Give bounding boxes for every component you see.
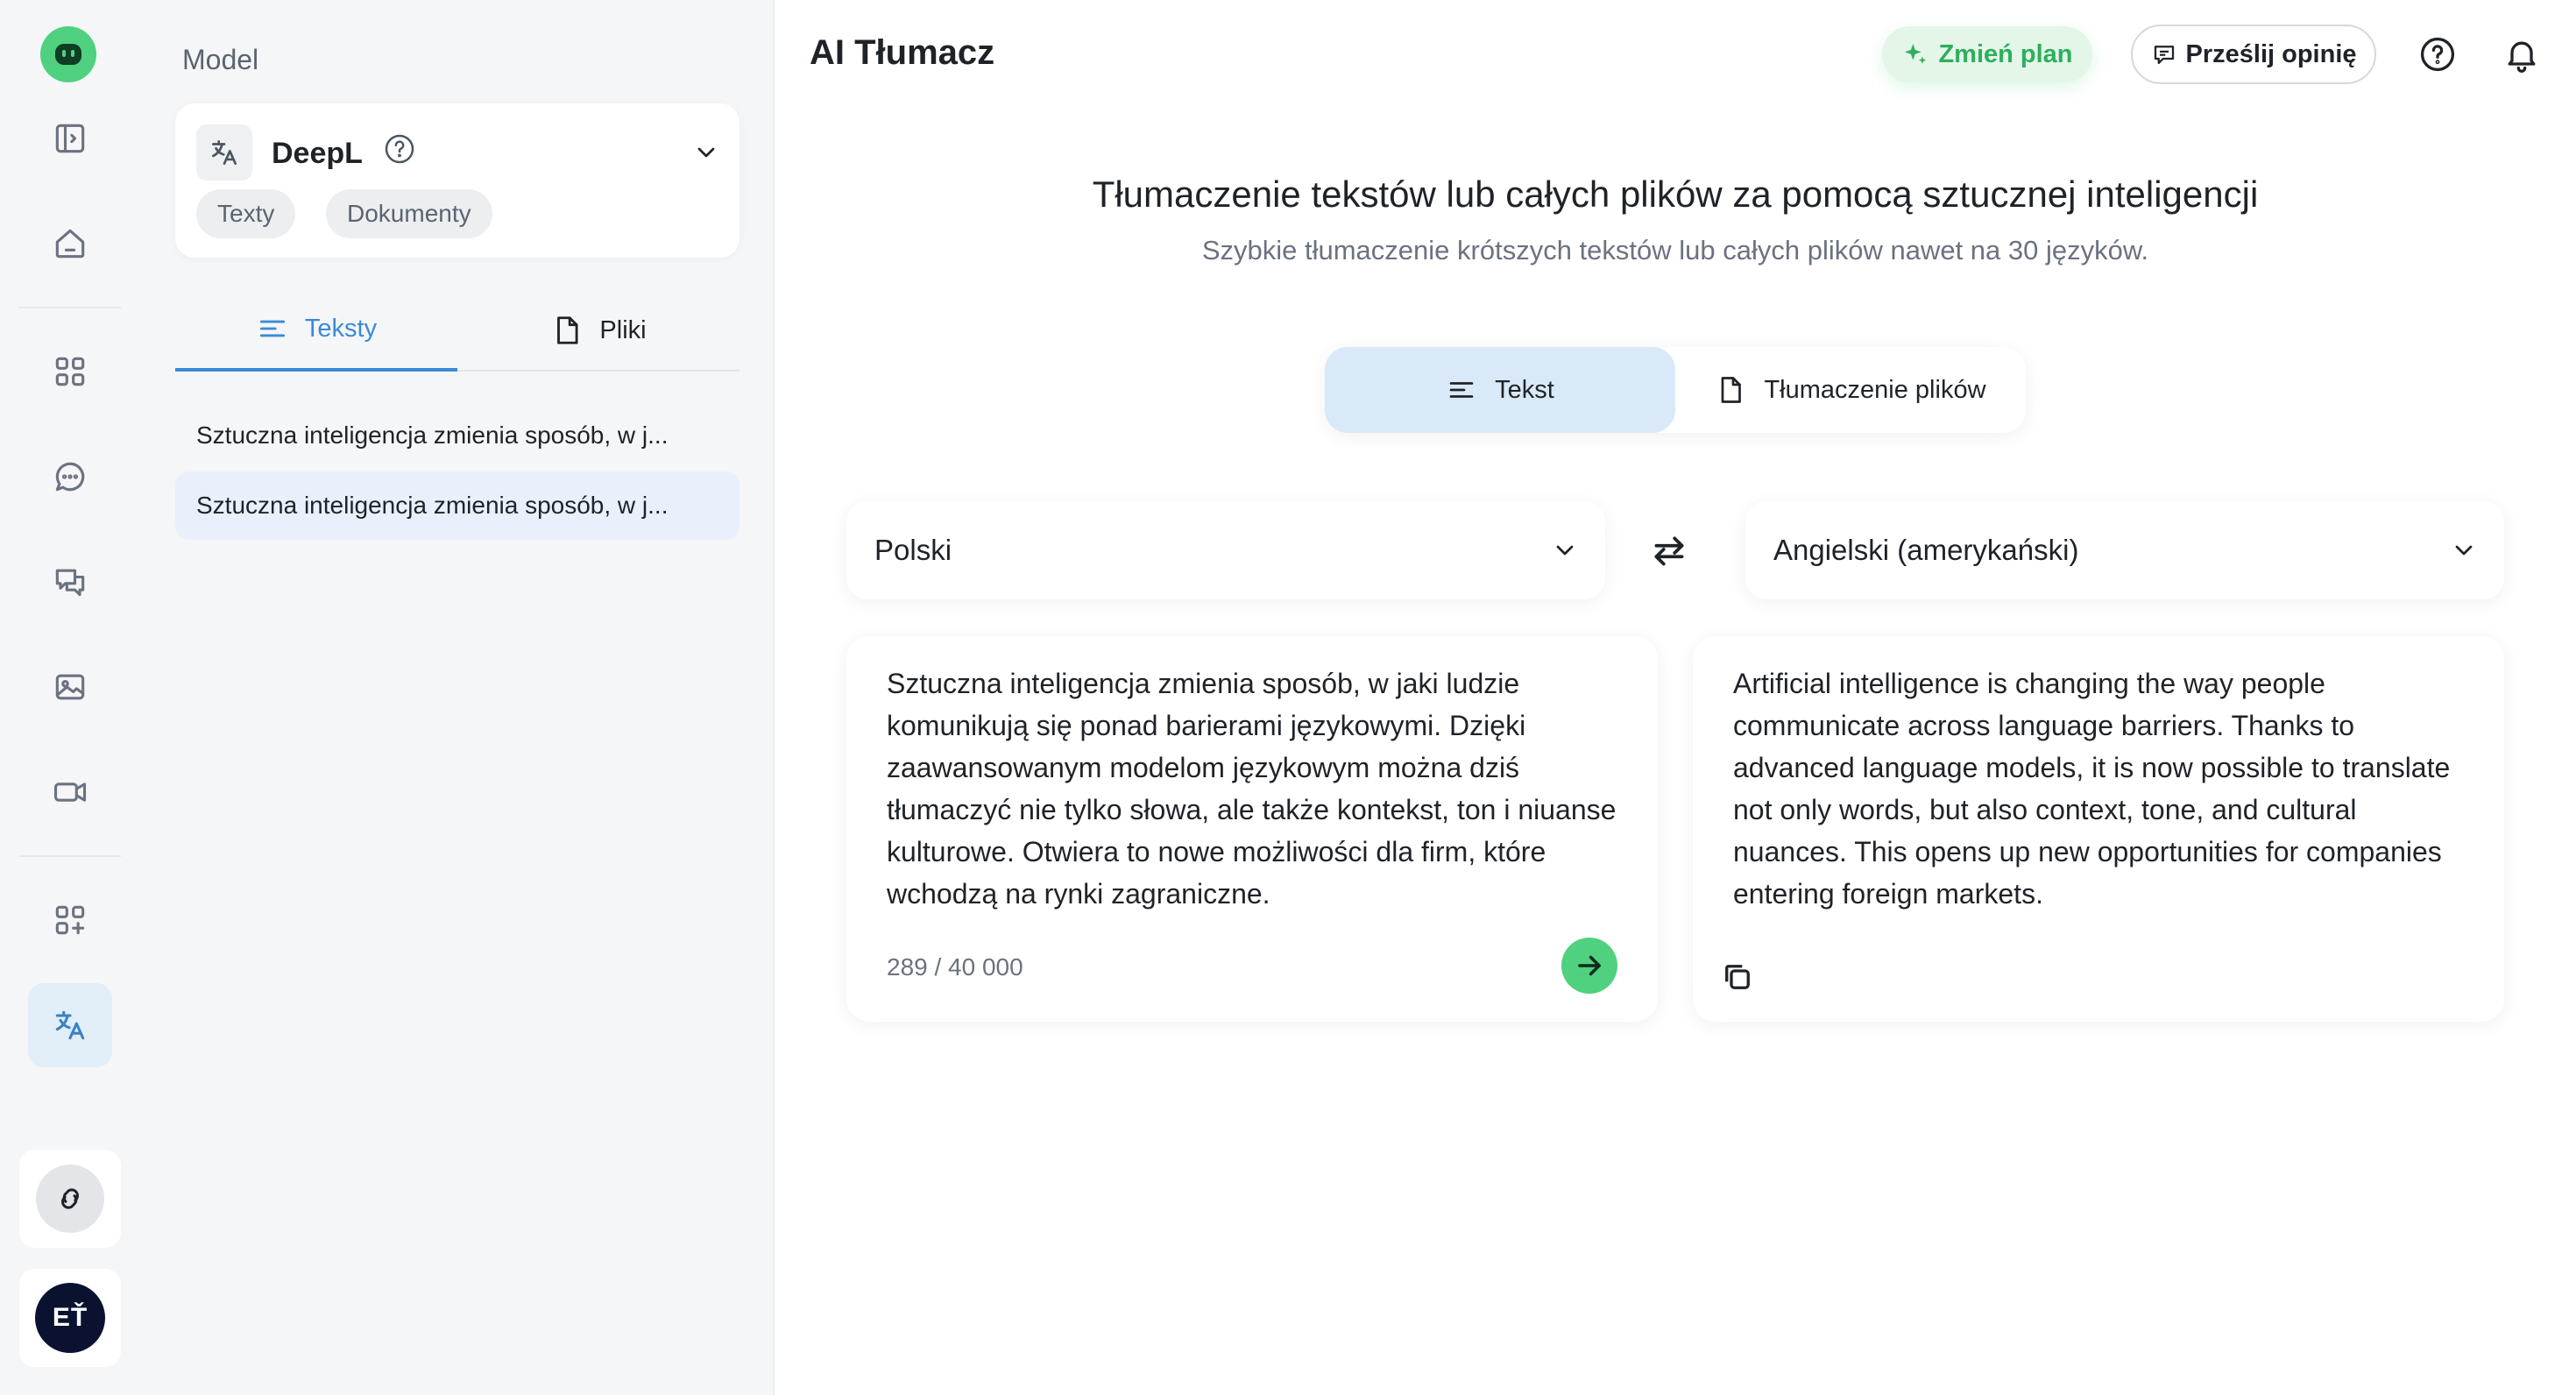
integrations-card[interactable] [19, 1150, 121, 1248]
home-icon[interactable] [28, 202, 112, 286]
rail-divider [19, 307, 121, 308]
tab-files-label: Pliki [599, 315, 647, 344]
translated-text: Artificial intelligence is changing the … [1733, 668, 2451, 910]
copy-icon[interactable] [1719, 959, 1756, 995]
history-item[interactable]: Sztuczna inteligencja zmienia sposób, w … [175, 471, 740, 540]
help-icon[interactable] [2418, 35, 2457, 74]
bell-icon[interactable] [2502, 35, 2541, 74]
target-language-select[interactable]: Angielski (amerykański) [1745, 501, 2504, 599]
main-content: AI Tłumacz Zmień plan Prześlij opinię Tł… [775, 0, 2576, 1395]
page-title: AI Tłumacz [810, 33, 995, 72]
source-text[interactable]: Sztuczna inteligencja zmienia sposób, w … [887, 662, 1617, 915]
text-lines-icon [1449, 382, 1474, 398]
mode-switch: Tekst Tłumaczenie plików [1325, 347, 2026, 433]
tab-texts-label: Teksty [304, 314, 378, 343]
chevron-down-icon [2455, 545, 2473, 556]
mode-text-label: Tekst [1495, 375, 1554, 404]
swap-languages-icon[interactable] [1647, 529, 1691, 573]
target-language-label: Angielski (amerykański) [1773, 534, 2079, 566]
sparkle-icon [1905, 44, 1927, 64]
logo-icon[interactable] [40, 26, 96, 82]
chip-documents: Dokumenty [326, 189, 492, 238]
mode-files[interactable]: Tłumaczenie plików [1675, 347, 2026, 433]
chat-icon[interactable] [28, 435, 112, 519]
change-plan-button[interactable]: Zmień plan [1882, 26, 2092, 82]
translate-button[interactable] [1561, 938, 1617, 994]
icon-rail: EŤ [0, 0, 140, 1395]
change-plan-label: Zmień plan [1938, 39, 2073, 68]
hero-subtitle: Szybkie tłumaczenie krótszych tekstów lu… [1201, 235, 2149, 266]
apps-grid-icon[interactable] [28, 329, 112, 414]
source-language-select[interactable]: Polski [846, 501, 1605, 599]
sidebar-toggle-icon[interactable] [28, 96, 112, 181]
translate-icon[interactable] [28, 983, 112, 1067]
model-selector[interactable]: DeepL Texty Dokumenty [175, 103, 740, 258]
chevron-down-icon[interactable] [692, 138, 720, 166]
character-counter: 289 / 40 000 [887, 953, 1023, 981]
target-text-box: Artificial intelligence is changing the … [1693, 636, 2504, 1022]
help-icon[interactable] [2168, 35, 2206, 74]
video-icon[interactable] [28, 750, 112, 834]
tab-texts[interactable]: Teksty [175, 289, 457, 372]
add-apps-icon[interactable] [28, 878, 112, 962]
translate-icon [196, 124, 252, 181]
file-icon [557, 316, 578, 344]
rail-divider [19, 855, 121, 857]
model-label: Model [182, 44, 259, 75]
hero-title: Tłumaczenie tekstów lub całych plików za… [1092, 173, 2259, 215]
mode-text[interactable]: Tekst [1325, 347, 1675, 433]
mode-files-label: Tłumaczenie plików [1764, 375, 1986, 404]
chevron-down-icon [1556, 545, 1574, 556]
chats-icon[interactable] [28, 540, 112, 624]
chip-texts: Texty [196, 189, 296, 238]
user-card[interactable]: EŤ [19, 1269, 121, 1367]
history-item[interactable]: Sztuczna inteligencja zmienia sposób, w … [175, 401, 740, 470]
avatar[interactable]: EŤ [35, 1283, 105, 1353]
help-icon[interactable] [382, 131, 417, 166]
source-text-box[interactable]: Sztuczna inteligencja zmienia sposób, w … [846, 636, 1658, 1022]
panel-tabs: Teksty Pliki [175, 289, 740, 372]
feedback-label: Prześlij opinię [2185, 39, 2357, 68]
source-language-label: Polski [874, 534, 952, 566]
arrow-right-icon [1578, 955, 1601, 976]
text-lines-icon [259, 320, 285, 337]
model-name: DeepL [272, 137, 363, 170]
image-icon[interactable] [28, 645, 112, 729]
tab-files[interactable]: Pliki [457, 289, 740, 372]
history-panel: Model DeepL Texty Dokumenty Teksty Pliki… [140, 0, 775, 1395]
file-icon [1722, 377, 1742, 403]
integrations-icon[interactable] [36, 1165, 104, 1233]
